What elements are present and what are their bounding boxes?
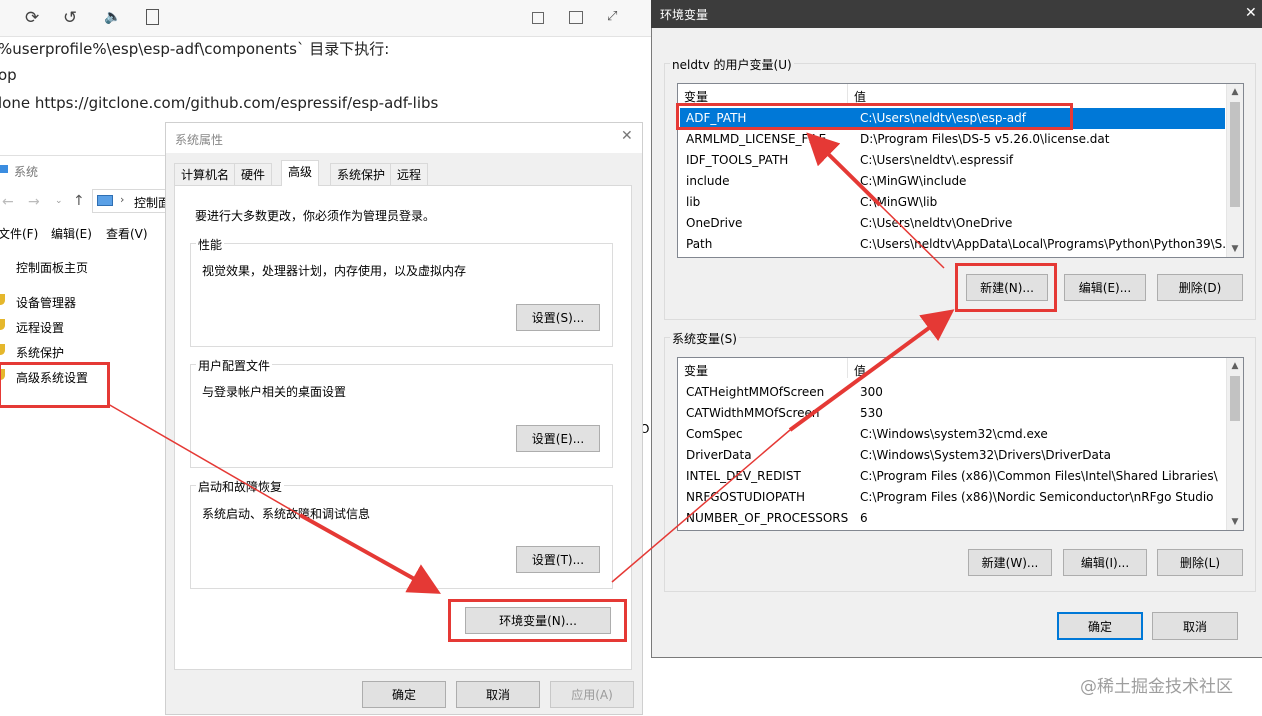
arrow-to-env-button-thin [107,403,301,516]
arrow-to-new-button [788,309,955,432]
arrow-to-env-button [299,513,441,594]
annotation-arrows [107,132,955,594]
tab-advanced[interactable]: 高级 [281,160,320,186]
watermark: @稀土掘金技术社区 [1080,677,1233,697]
arrow-to-adf-path-thin [879,204,945,269]
arrow-to-new-button-thin [611,429,791,583]
arrow-to-adf-path [806,132,882,207]
